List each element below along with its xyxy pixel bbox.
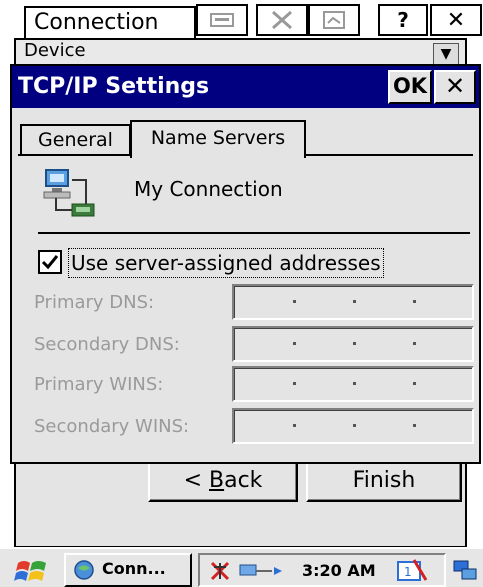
clock[interactable]: 3:20 AM <box>302 559 376 583</box>
ip-octet <box>356 330 412 358</box>
network-connection-icon <box>43 169 95 217</box>
desktop-icon[interactable] <box>452 557 480 585</box>
keyboard-input-icon[interactable]: 1 <box>396 558 428 584</box>
finish-button[interactable]: Finish <box>306 462 462 502</box>
tab-name-servers[interactable]: Name Servers <box>130 120 306 158</box>
background-close-button[interactable]: ✕ <box>430 4 482 36</box>
properties-toolbar-icon[interactable] <box>308 4 360 36</box>
connection-task-button[interactable]: Conn... <box>64 553 192 587</box>
svg-text:1: 1 <box>404 565 412 579</box>
ip-octet <box>236 330 292 358</box>
ip-octet <box>296 330 352 358</box>
back-button-accelerator: B <box>209 468 225 493</box>
ip-octet <box>416 412 472 440</box>
use-server-assigned-checkbox[interactable] <box>38 250 62 274</box>
separator <box>38 232 470 234</box>
ok-button[interactable]: OK <box>388 70 432 104</box>
primary-dns-label: Primary DNS: <box>34 292 155 313</box>
ip-octet <box>236 412 292 440</box>
primary-wins-field <box>232 366 474 402</box>
chevron-down-icon[interactable]: ▼ <box>433 43 459 65</box>
ip-octet <box>356 288 412 316</box>
background-window-titlebar: Connection ? ✕ <box>10 0 483 40</box>
task-label: Conn... <box>102 559 166 578</box>
secondary-dns-label: Secondary DNS: <box>34 334 180 355</box>
back-button-prefix: < <box>183 468 209 493</box>
close-button[interactable]: ✕ <box>434 70 476 104</box>
ip-octet <box>416 330 472 358</box>
tab-general[interactable]: General <box>20 124 130 154</box>
wireless-status-icon[interactable] <box>208 559 234 583</box>
use-server-assigned-label[interactable]: Use server-assigned addresses <box>68 248 384 278</box>
start-flag-icon[interactable] <box>14 557 50 585</box>
keyboard-toolbar-icon[interactable] <box>196 4 248 36</box>
back-button-rest: ack <box>224 468 263 493</box>
delete-toolbar-icon[interactable] <box>256 4 308 36</box>
back-button[interactable]: < Back <box>148 462 298 502</box>
secondary-wins-label: Secondary WINS: <box>34 416 190 437</box>
ip-octet <box>296 370 352 398</box>
primary-wins-label: Primary WINS: <box>34 374 164 395</box>
dialog-titlebar: TCP/IP Settings OK ✕ <box>12 66 479 108</box>
secondary-wins-field <box>232 408 474 444</box>
tcpip-settings-dialog: TCP/IP Settings OK ✕ General Name Server… <box>10 64 481 464</box>
ip-octet <box>296 412 352 440</box>
help-button[interactable]: ? <box>378 4 428 36</box>
ip-octet <box>416 288 472 316</box>
checkmark-icon <box>41 255 59 270</box>
connection-task-icon <box>74 560 94 580</box>
ip-octet <box>356 412 412 440</box>
background-window-title: Connection <box>24 6 196 40</box>
ip-octet <box>296 288 352 316</box>
connection-name: My Connection <box>134 177 283 201</box>
network-status-icon[interactable] <box>238 559 288 583</box>
dialog-title: TCP/IP Settings <box>18 74 210 99</box>
primary-dns-field <box>232 284 474 320</box>
ip-octet <box>356 370 412 398</box>
ip-octet <box>236 370 292 398</box>
device-dropdown-value: Device <box>24 40 86 61</box>
ip-octet <box>236 288 292 316</box>
secondary-dns-field <box>232 326 474 362</box>
taskbar: Conn... 3:20 AM 1 <box>0 547 483 587</box>
system-tray: 3:20 AM 1 <box>198 553 446 587</box>
ip-octet <box>416 370 472 398</box>
